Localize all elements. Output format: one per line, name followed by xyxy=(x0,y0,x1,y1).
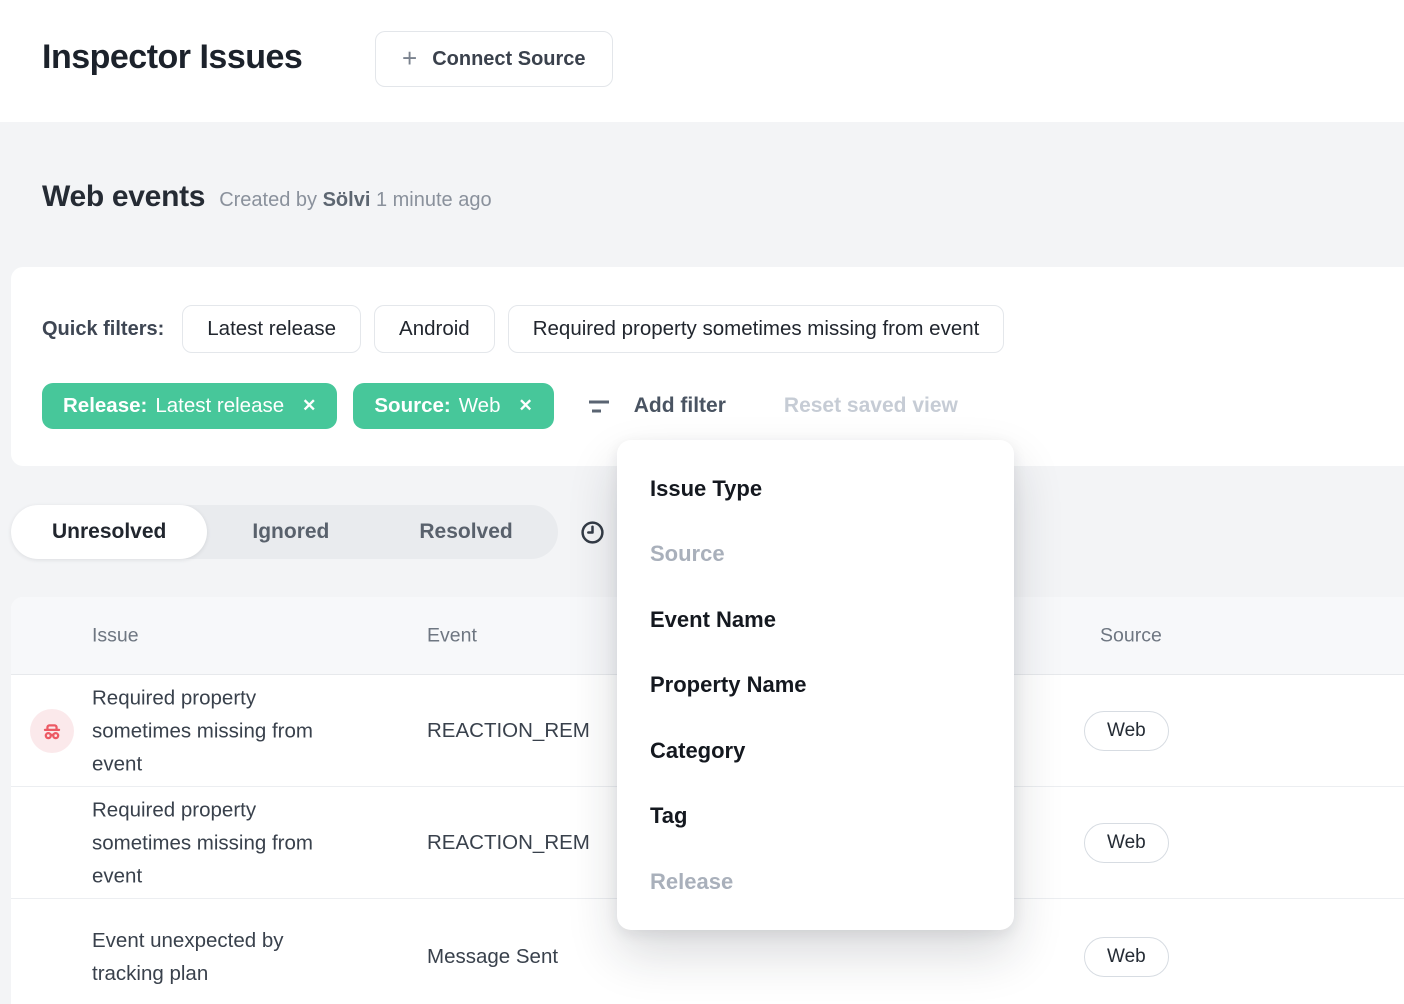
dropdown-item-release: Release xyxy=(617,849,1014,915)
filter-icon xyxy=(586,393,612,419)
status-tabs-row: Unresolved Ignored Resolved Past xyxy=(11,505,667,559)
top-bar: Inspector Issues + Connect Source xyxy=(0,0,1404,122)
add-filter-button[interactable]: Add filter xyxy=(586,393,726,419)
created-prefix: Created by xyxy=(219,189,317,211)
chip-value: Web xyxy=(459,394,501,418)
filters-card: Quick filters: Latest release Android Re… xyxy=(11,267,1404,466)
column-header-source: Source xyxy=(1100,624,1162,647)
view-created-meta: Created by Sölvi 1 minute ago xyxy=(219,189,491,212)
close-icon[interactable]: ✕ xyxy=(302,396,316,416)
view-header: Web events Created by Sölvi 1 minute ago xyxy=(42,180,492,214)
active-filters-row: Release: Latest release ✕ Source: Web ✕ … xyxy=(42,383,958,429)
quick-filters-row: Quick filters: Latest release Android Re… xyxy=(42,305,1004,353)
reset-saved-view-button[interactable]: Reset saved view xyxy=(784,394,958,418)
chip-label: Source: xyxy=(374,394,450,418)
dropdown-item-tag[interactable]: Tag xyxy=(617,784,1014,850)
column-header-event: Event xyxy=(427,624,477,647)
source-badge: Web xyxy=(1084,937,1169,977)
tab-ignored[interactable]: Ignored xyxy=(207,505,374,559)
dropdown-item-category[interactable]: Category xyxy=(617,718,1014,784)
event-name: REACTION_REM xyxy=(427,719,590,743)
quick-filter-required-property[interactable]: Required property sometimes missing from… xyxy=(508,305,1005,353)
dropdown-item-property-name[interactable]: Property Name xyxy=(617,653,1014,719)
inspector-issues-page: Inspector Issues + Connect Source Web ev… xyxy=(0,0,1404,1004)
tab-unresolved[interactable]: Unresolved xyxy=(11,505,207,559)
quick-filter-android[interactable]: Android xyxy=(374,305,495,353)
connect-source-button[interactable]: + Connect Source xyxy=(375,31,613,87)
dropdown-item-issue-type[interactable]: Issue Type xyxy=(617,456,1014,522)
dropdown-item-event-name[interactable]: Event Name xyxy=(617,587,1014,653)
dropdown-item-source: Source xyxy=(617,522,1014,588)
status-segmented-control: Unresolved Ignored Resolved xyxy=(11,505,558,559)
page-title: Inspector Issues xyxy=(42,38,302,77)
source-badge: Web xyxy=(1084,711,1169,751)
quick-filter-latest-release[interactable]: Latest release xyxy=(182,305,361,353)
event-name: Message Sent xyxy=(427,945,558,969)
issue-description: Event unexpected by tracking plan xyxy=(92,924,330,990)
chip-value: Latest release xyxy=(155,394,284,418)
created-suffix: 1 minute ago xyxy=(376,189,492,211)
plus-icon: + xyxy=(402,45,417,71)
event-name: REACTION_REM xyxy=(427,831,590,855)
author-name: Sölvi xyxy=(323,189,371,211)
issue-description: Required property sometimes missing from… xyxy=(92,681,330,780)
connect-source-label: Connect Source xyxy=(432,48,585,71)
column-header-issue: Issue xyxy=(92,624,139,647)
incognito-issue-icon xyxy=(30,709,74,753)
tab-resolved[interactable]: Resolved xyxy=(374,505,557,559)
filter-chip-release[interactable]: Release: Latest release ✕ xyxy=(42,383,337,429)
close-icon[interactable]: ✕ xyxy=(518,396,532,416)
source-badge: Web xyxy=(1084,823,1169,863)
clock-icon xyxy=(580,520,605,545)
filter-chip-source[interactable]: Source: Web ✕ xyxy=(353,383,553,429)
add-filter-dropdown: Issue Type Source Event Name Property Na… xyxy=(617,440,1014,930)
quick-filters-label: Quick filters: xyxy=(42,318,164,341)
issue-description: Required property sometimes missing from… xyxy=(92,793,330,892)
add-filter-label: Add filter xyxy=(634,394,726,418)
chip-label: Release: xyxy=(63,394,147,418)
view-title: Web events xyxy=(42,180,205,214)
